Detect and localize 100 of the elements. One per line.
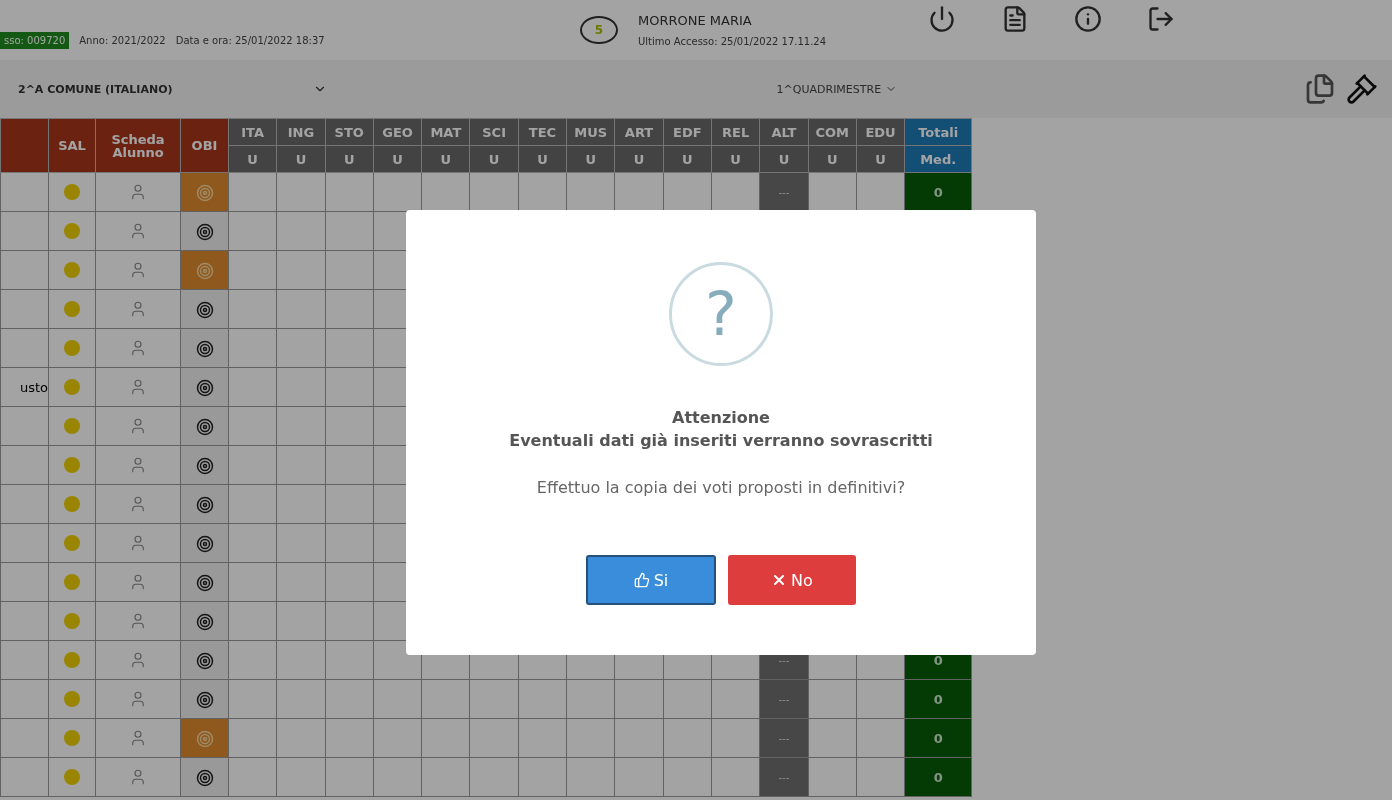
- target-icon: [195, 495, 214, 514]
- copy-documents-icon[interactable]: [1304, 73, 1336, 105]
- person-icon[interactable]: [129, 651, 147, 669]
- person-icon[interactable]: [129, 495, 147, 513]
- last-access: Ultimo Accesso: 25/01/2022 17.11.24: [638, 36, 828, 47]
- table-cell: ---: [759, 679, 809, 719]
- target-icon: [195, 729, 214, 748]
- column-header: GEO: [373, 118, 422, 146]
- date-time: Data e ora: 25/01/2022 18:37: [175, 34, 325, 46]
- status-dot: [64, 496, 80, 512]
- person-icon[interactable]: [129, 222, 147, 240]
- target-cell[interactable]: [180, 328, 229, 368]
- user-name: MORRONE MARIA: [638, 13, 753, 28]
- target-icon: [195, 651, 214, 670]
- target-cell[interactable]: [180, 718, 229, 758]
- target-cell[interactable]: [180, 562, 229, 602]
- no-button[interactable]: No: [728, 555, 856, 605]
- column-header: SCI: [470, 118, 519, 146]
- status-dot: [64, 223, 80, 239]
- target-icon: [195, 183, 214, 202]
- column-subheader: Med.: [904, 145, 972, 173]
- target-icon: [195, 768, 214, 787]
- target-cell[interactable]: [180, 679, 229, 719]
- person-icon[interactable]: [129, 573, 147, 591]
- target-cell[interactable]: [180, 601, 229, 641]
- gavel-icon[interactable]: [1346, 73, 1378, 105]
- column-header: EDF: [663, 118, 712, 146]
- target-icon: [195, 690, 214, 709]
- person-icon[interactable]: [129, 339, 147, 357]
- period-select[interactable]: 1^QUADRIMESTRE: [776, 82, 898, 96]
- status-dot: [64, 184, 80, 200]
- average-cell: 0: [904, 757, 972, 797]
- person-icon[interactable]: [129, 729, 147, 747]
- dialog-title: Attenzione: [672, 408, 770, 427]
- target-cell[interactable]: [180, 757, 229, 797]
- person-icon[interactable]: [129, 261, 147, 279]
- thumbs-up-icon: [633, 572, 650, 588]
- status-dot: [64, 379, 80, 395]
- target-cell[interactable]: [180, 211, 229, 251]
- logout-icon[interactable]: [1147, 5, 1175, 33]
- column-header: MUS: [566, 118, 615, 146]
- average-cell: 0: [904, 718, 972, 758]
- column-header: ING: [276, 118, 326, 146]
- person-icon[interactable]: [129, 690, 147, 708]
- target-cell[interactable]: [180, 172, 229, 212]
- target-cell[interactable]: [180, 484, 229, 524]
- average-cell: 0: [904, 679, 972, 719]
- status-dot: [64, 691, 80, 707]
- person-icon[interactable]: [129, 300, 147, 318]
- column-header: OBI: [180, 118, 229, 173]
- person-icon[interactable]: [129, 768, 147, 786]
- status-dot: [64, 301, 80, 317]
- column-header: EDU: [856, 118, 905, 146]
- dialog-warning: Eventuali dati già inseriti verranno sovrascritti: [509, 431, 933, 450]
- dialog-question: Effettuo la copia dei voti proposti in definitivi?: [536, 478, 906, 497]
- power-icon[interactable]: [928, 5, 956, 33]
- header-cell: [0, 118, 49, 173]
- school-year: Anno: 2021/2022: [79, 34, 166, 46]
- person-icon[interactable]: [129, 456, 147, 474]
- column-header: Totali: [904, 118, 972, 146]
- column-header: STO: [325, 118, 374, 146]
- class-badge: sso: 009720: [0, 31, 70, 49]
- target-cell[interactable]: [180, 250, 229, 290]
- target-icon: [195, 612, 214, 631]
- column-header: REL: [711, 118, 760, 146]
- status-dot: [64, 652, 80, 668]
- target-icon: [195, 378, 214, 397]
- student-name-cell: usto: [0, 367, 49, 407]
- status-dot: [64, 574, 80, 590]
- target-cell[interactable]: [180, 640, 229, 680]
- target-cell[interactable]: [180, 523, 229, 563]
- status-dot: [64, 262, 80, 278]
- yes-button[interactable]: Si: [586, 555, 716, 605]
- table-cell: ---: [759, 718, 809, 758]
- status-dot: [64, 340, 80, 356]
- column-header: ITA: [228, 118, 277, 146]
- person-icon[interactable]: [129, 417, 147, 435]
- target-cell[interactable]: [180, 406, 229, 446]
- column-header: ART: [614, 118, 664, 146]
- target-icon: [195, 300, 214, 319]
- person-icon[interactable]: [129, 534, 147, 552]
- column-header: Scheda Alunno: [95, 118, 181, 173]
- column-header: ALT: [759, 118, 809, 146]
- status-dot: [64, 535, 80, 551]
- status-dot: [64, 418, 80, 434]
- class-select[interactable]: 2^A COMUNE (ITALIANO): [18, 82, 327, 96]
- column-header: MAT: [421, 118, 470, 146]
- table-cell: ---: [759, 757, 809, 797]
- target-cell[interactable]: [180, 367, 229, 407]
- person-icon[interactable]: [129, 183, 147, 201]
- target-icon: [195, 573, 214, 592]
- target-cell[interactable]: [180, 445, 229, 485]
- column-header: TEC: [518, 118, 567, 146]
- status-dot: [64, 730, 80, 746]
- person-icon[interactable]: [129, 612, 147, 630]
- column-header: COM: [808, 118, 857, 146]
- target-cell[interactable]: [180, 289, 229, 329]
- target-icon: [195, 222, 214, 241]
- person-icon[interactable]: [129, 378, 147, 396]
- info-icon[interactable]: [1074, 5, 1102, 33]
